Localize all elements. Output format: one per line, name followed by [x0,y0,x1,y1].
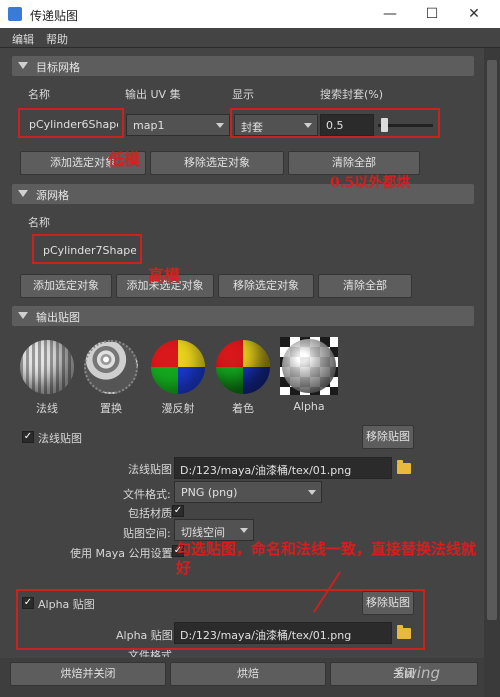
uv-set-value: map1 [133,119,165,132]
col-uv-label: 输出 UV 集 [125,88,181,101]
col-name-label: 名称 [28,88,50,101]
section-title: 源网格 [36,189,69,202]
annotation-box-target-name [18,108,124,138]
scrollbar-thumb[interactable] [487,60,497,620]
collapse-arrow-icon [18,312,28,319]
source-remove-selected-button[interactable]: 移除选定对象 [218,274,314,298]
menu-bar: 编辑 帮助 [0,28,500,48]
close-icon[interactable]: ✕ [464,4,484,24]
include-material-label: 包括材质 [128,507,172,520]
source-clear-all-button[interactable]: 清除全部 [318,274,412,298]
normal-format-combo[interactable]: PNG (png) [174,481,322,503]
map-label-normal: 法线 [36,402,58,415]
annotation-envelope-note: 0.5以外都烘 [330,175,411,191]
chevron-down-icon [308,490,316,495]
map-label-displacement: 置换 [100,402,122,415]
col-display-label: 显示 [232,88,254,101]
normal-map-sphere-icon[interactable] [20,340,74,394]
displacement-map-sphere-icon[interactable] [84,340,138,394]
normal-map-checkbox[interactable]: ✓ [22,431,34,443]
chevron-down-icon [216,123,224,128]
normal-map-checkbox-label: 法线贴图 [38,432,82,445]
watermark: Swing [395,664,440,682]
minimize-icon[interactable]: — [380,4,400,24]
col-envelope-label: 搜索封套(%) [320,88,384,101]
collapse-arrow-icon [18,62,28,69]
normal-remove-map-button[interactable]: 移除贴图 [362,425,414,449]
section-target-mesh[interactable]: 目标网格 [12,56,474,76]
window-title: 传递贴图 [30,9,79,23]
section-output-maps[interactable]: 输出贴图 [12,306,474,326]
bake-and-close-button[interactable]: 烘焙并关闭 [10,662,166,686]
target-remove-selected-button[interactable]: 移除选定对象 [150,151,284,175]
map-label-alpha: Alpha [293,400,325,413]
maximize-icon[interactable]: ☐ [422,4,442,24]
menu-edit[interactable]: 编辑 [12,31,34,47]
map-space-value: 切线空间 [181,526,225,539]
normal-map-path-input[interactable]: D:/123/maya/油漆桶/tex/01.png [174,457,392,479]
chevron-down-icon [240,528,248,533]
annotation-arrow [313,571,341,613]
map-label-diffuse: 漫反射 [161,402,195,415]
map-space-combo[interactable]: 切线空间 [174,519,254,541]
format-value: PNG (png) [181,486,238,499]
annotation-high-poly: 高模 [148,266,181,285]
maya-common-settings-label: 使用 Maya 公用设置 [70,547,173,560]
collapse-arrow-icon [18,190,28,197]
annotation-low-poly: 低模 [108,150,141,169]
normal-map-path-label: 法线贴图 [128,463,172,476]
folder-icon[interactable] [397,460,411,474]
alpha-map-sphere-icon[interactable] [282,339,336,393]
bake-button[interactable]: 烘焙 [170,662,326,686]
annotation-box-alpha-map [16,589,425,650]
section-title: 输出贴图 [36,311,80,324]
map-label-shaded: 着色 [232,402,254,415]
section-title: 目标网格 [36,61,80,74]
title-bar: 传递贴图 — ☐ ✕ [0,0,500,28]
include-material-checkbox[interactable]: ✓ [172,505,184,517]
normal-format-label: 文件格式: [123,488,171,501]
annotation-box-envelope [230,108,440,138]
shaded-map-sphere-icon[interactable] [216,340,270,394]
app-icon [8,7,22,21]
map-space-label: 贴图空间: [123,527,171,540]
source-col-name-label: 名称 [28,216,50,229]
menu-help[interactable]: 帮助 [46,31,68,47]
uv-set-combo[interactable]: map1 [126,114,230,136]
source-add-selected-button[interactable]: 添加选定对象 [20,274,112,298]
diffuse-map-sphere-icon[interactable] [151,340,205,394]
annotation-box-source-name [32,234,142,264]
